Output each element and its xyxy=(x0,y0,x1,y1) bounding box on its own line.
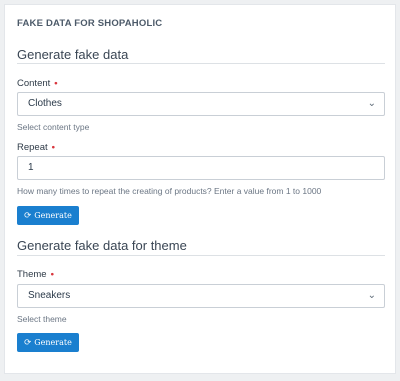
repeat-input-value: 1 xyxy=(28,162,34,173)
content-select-value: Clothes xyxy=(28,98,62,109)
content-label: Content • xyxy=(17,78,58,89)
section-divider xyxy=(17,63,385,64)
content-select[interactable]: Clothes ⌄ xyxy=(17,92,385,116)
chevron-down-icon: ⌄ xyxy=(367,98,376,109)
theme-help: Select theme xyxy=(17,314,67,324)
section-divider xyxy=(17,255,385,256)
content-label-text: Content xyxy=(17,78,51,89)
section-title-theme: Generate fake data for theme xyxy=(17,238,187,253)
generate-theme-button[interactable]: ⟳ Generate xyxy=(17,333,79,352)
fake-data-panel: FAKE DATA FOR SHOPAHOLIC Generate fake d… xyxy=(4,4,396,374)
required-marker: • xyxy=(54,78,58,89)
theme-select[interactable]: Sneakers ⌄ xyxy=(17,284,385,308)
refresh-icon: ⟳ xyxy=(24,337,32,348)
generate-theme-button-label: Generate xyxy=(34,338,72,347)
section-title-generate: Generate fake data xyxy=(17,47,129,62)
repeat-input[interactable]: 1 xyxy=(17,156,385,180)
theme-label-text: Theme xyxy=(17,269,47,280)
panel-title: FAKE DATA FOR SHOPAHOLIC xyxy=(17,18,163,29)
generate-button-label: Generate xyxy=(34,211,72,220)
repeat-label-text: Repeat xyxy=(17,142,48,153)
required-marker: • xyxy=(50,269,54,280)
generate-button[interactable]: ⟳ Generate xyxy=(17,206,79,225)
theme-label: Theme • xyxy=(17,269,54,280)
repeat-label: Repeat • xyxy=(17,142,55,153)
chevron-down-icon: ⌄ xyxy=(367,290,376,301)
content-help: Select content type xyxy=(17,122,90,132)
theme-select-value: Sneakers xyxy=(28,290,71,301)
required-marker: • xyxy=(51,142,55,153)
refresh-icon: ⟳ xyxy=(24,210,32,221)
repeat-help: How many times to repeat the creating of… xyxy=(17,186,322,196)
